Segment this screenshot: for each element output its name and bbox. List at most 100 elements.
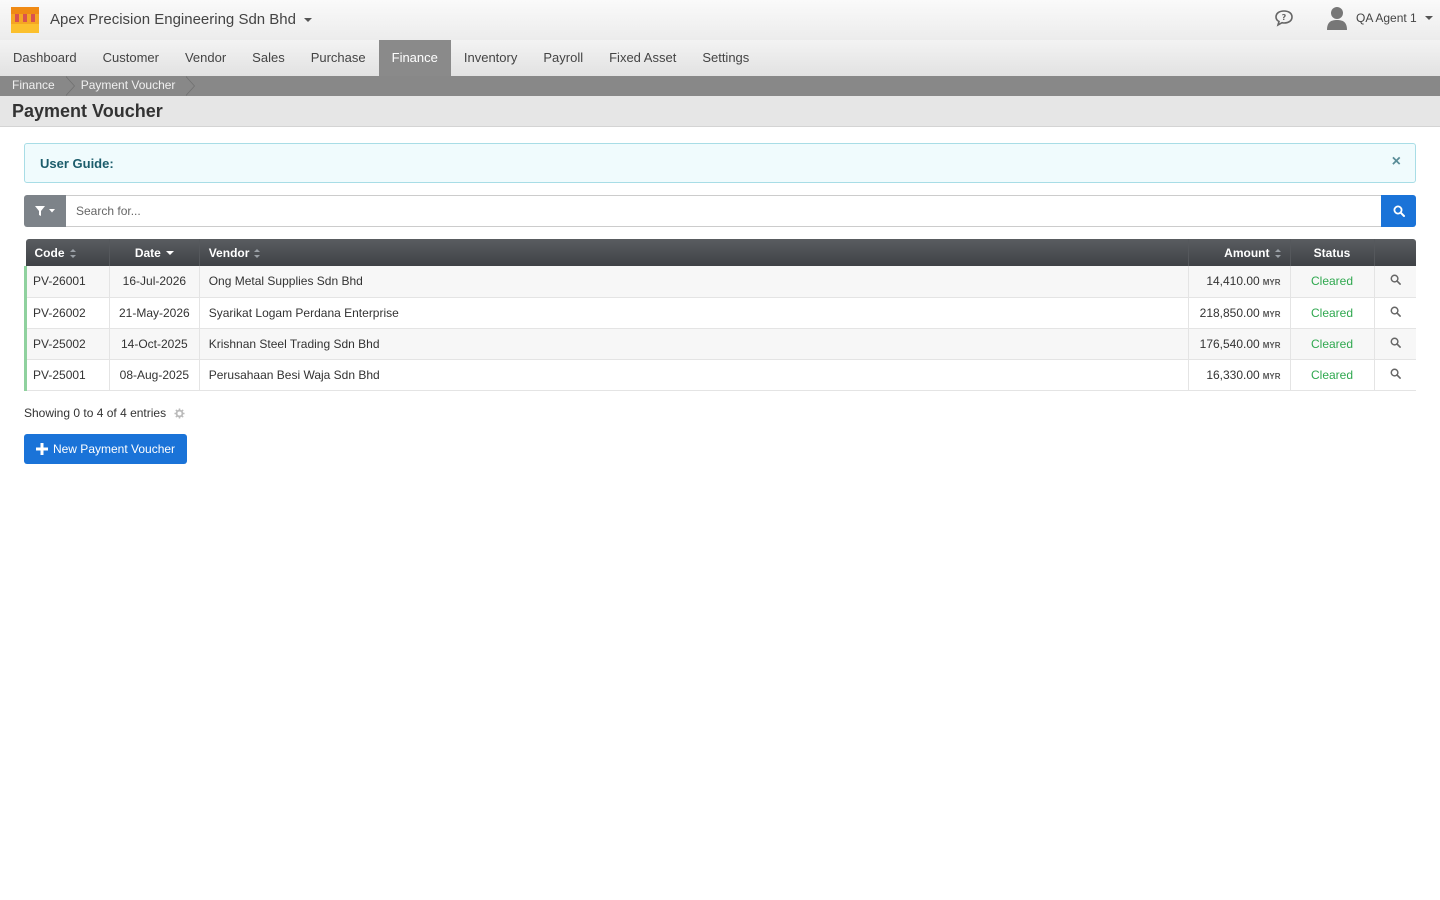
cell-amount: 218,850.00 MYR xyxy=(1188,297,1291,328)
company-switcher[interactable]: Apex Precision Engineering Sdn Bhd xyxy=(50,11,312,28)
column-vendor[interactable]: Vendor xyxy=(199,239,1189,266)
cell-status: Cleared xyxy=(1290,359,1375,390)
cell-status: Cleared xyxy=(1290,328,1375,359)
column-status-label: Status xyxy=(1313,245,1351,260)
cell-date: 16-Jul-2026 xyxy=(109,266,200,297)
magnifier-icon[interactable] xyxy=(1390,306,1401,317)
filter-icon xyxy=(35,206,45,216)
cell-view xyxy=(1374,297,1416,328)
top-bar: Apex Precision Engineering Sdn Bhd ? QA … xyxy=(0,0,1440,40)
column-date[interactable]: Date xyxy=(109,239,200,266)
page-header: Payment Voucher xyxy=(0,96,1440,127)
nav-item-fixed-asset[interactable]: Fixed Asset xyxy=(596,40,689,76)
breadcrumb: Finance Payment Voucher xyxy=(0,76,1440,96)
nav-item-vendor[interactable]: Vendor xyxy=(172,40,239,76)
table-info: Showing 0 to 4 of 4 entries xyxy=(24,406,185,420)
nav-item-inventory[interactable]: Inventory xyxy=(451,40,530,76)
user-icon xyxy=(1327,7,1347,30)
table-row[interactable]: PV-25001 08-Aug-2025 Perusahaan Besi Waj… xyxy=(24,359,1416,390)
search-button[interactable] xyxy=(1381,195,1416,227)
cell-view xyxy=(1374,328,1416,359)
nav-item-sales[interactable]: Sales xyxy=(239,40,298,76)
column-vendor-label: Vendor xyxy=(208,245,250,260)
magnifier-icon[interactable] xyxy=(1390,368,1401,379)
plus-icon xyxy=(35,443,48,455)
cell-code: PV-25001 xyxy=(24,359,110,390)
nav-item-purchase[interactable]: Purchase xyxy=(298,40,379,76)
amount-value: 14,410.00 xyxy=(1206,274,1260,289)
table-row[interactable]: PV-26001 16-Jul-2026 Ong Metal Supplies … xyxy=(24,266,1416,297)
cell-vendor: Perusahaan Besi Waja Sdn Bhd xyxy=(199,359,1189,390)
column-code-label: Code xyxy=(34,245,65,260)
currency-label: MYR xyxy=(1262,340,1281,350)
chevron-down-icon xyxy=(304,17,312,22)
breadcrumb-payment-voucher[interactable]: Payment Voucher xyxy=(65,76,196,96)
nav-item-customer[interactable]: Customer xyxy=(90,40,172,76)
column-status[interactable]: Status xyxy=(1290,239,1375,266)
sort-desc-icon xyxy=(165,251,174,256)
company-name: Apex Precision Engineering Sdn Bhd xyxy=(50,11,296,28)
sort-icon xyxy=(1274,248,1281,258)
cell-code: PV-26001 xyxy=(24,266,110,297)
close-icon[interactable]: × xyxy=(1392,153,1401,171)
chevron-down-icon xyxy=(1424,16,1433,20)
amount-value: 218,850.00 xyxy=(1199,305,1260,320)
cell-status: Cleared xyxy=(1290,266,1375,297)
search-bar xyxy=(24,195,1416,227)
search-input[interactable] xyxy=(66,195,1381,227)
user-name: QA Agent 1 xyxy=(1356,11,1417,25)
user-menu[interactable]: QA Agent 1 xyxy=(1326,6,1433,30)
new-button-label: New Payment Voucher xyxy=(52,442,176,456)
column-code[interactable]: Code xyxy=(25,239,110,266)
cell-amount: 176,540.00 MYR xyxy=(1188,328,1291,359)
cell-view xyxy=(1374,359,1416,390)
search-icon xyxy=(1393,205,1405,217)
cell-vendor: Syarikat Logam Perdana Enterprise xyxy=(199,297,1189,328)
column-date-label: Date xyxy=(134,245,161,260)
cell-view xyxy=(1374,266,1416,297)
column-actions xyxy=(1374,239,1416,266)
user-guide-alert: User Guide: × xyxy=(24,143,1416,183)
chat-icon[interactable]: ? xyxy=(1274,9,1294,27)
currency-label: MYR xyxy=(1262,309,1281,319)
new-payment-voucher-button[interactable]: New Payment Voucher xyxy=(24,434,187,464)
svg-text:?: ? xyxy=(1282,13,1287,22)
cell-vendor: Ong Metal Supplies Sdn Bhd xyxy=(199,266,1189,297)
currency-label: MYR xyxy=(1262,371,1281,381)
cell-code: PV-25002 xyxy=(24,328,110,359)
main-nav: Dashboard Customer Vendor Sales Purchase… xyxy=(0,40,1440,76)
sort-icon xyxy=(254,248,261,258)
cell-code: PV-26002 xyxy=(24,297,110,328)
entries-count: Showing 0 to 4 of 4 entries xyxy=(24,406,167,420)
column-amount[interactable]: Amount xyxy=(1188,239,1291,266)
payment-voucher-table: Code Date Vendor Amount Status PV-26001 … xyxy=(24,239,1416,391)
nav-item-finance[interactable]: Finance xyxy=(378,40,451,76)
amount-value: 176,540.00 xyxy=(1199,336,1260,351)
cell-date: 08-Aug-2025 xyxy=(109,359,200,390)
magnifier-icon[interactable] xyxy=(1390,274,1401,286)
page-title: Payment Voucher xyxy=(12,101,163,121)
nav-item-settings[interactable]: Settings xyxy=(689,40,762,76)
logo-icon[interactable] xyxy=(11,7,39,33)
nav-item-dashboard[interactable]: Dashboard xyxy=(0,40,90,76)
cell-date: 14-Oct-2025 xyxy=(109,328,200,359)
filter-button[interactable] xyxy=(24,195,66,227)
breadcrumb-finance[interactable]: Finance xyxy=(0,76,75,96)
currency-label: MYR xyxy=(1262,278,1281,288)
cell-amount: 16,330.00 MYR xyxy=(1188,359,1291,390)
column-amount-label: Amount xyxy=(1224,245,1270,260)
cog-icon[interactable] xyxy=(174,407,185,419)
sort-icon xyxy=(69,248,76,258)
cell-status: Cleared xyxy=(1290,297,1375,328)
table-row[interactable]: PV-25002 14-Oct-2025 Krishnan Steel Trad… xyxy=(24,328,1416,359)
amount-value: 16,330.00 xyxy=(1206,367,1260,382)
magnifier-icon[interactable] xyxy=(1390,337,1401,348)
cell-date: 21-May-2026 xyxy=(109,297,200,328)
chevron-down-icon xyxy=(49,209,55,213)
nav-item-payroll[interactable]: Payroll xyxy=(530,40,596,76)
cell-amount: 14,410.00 MYR xyxy=(1188,266,1291,297)
table-header-row: Code Date Vendor Amount Status xyxy=(25,239,1416,266)
user-guide-title: User Guide: xyxy=(40,156,114,171)
cell-vendor: Krishnan Steel Trading Sdn Bhd xyxy=(199,328,1189,359)
table-row[interactable]: PV-26002 21-May-2026 Syarikat Logam Perd… xyxy=(24,297,1416,328)
